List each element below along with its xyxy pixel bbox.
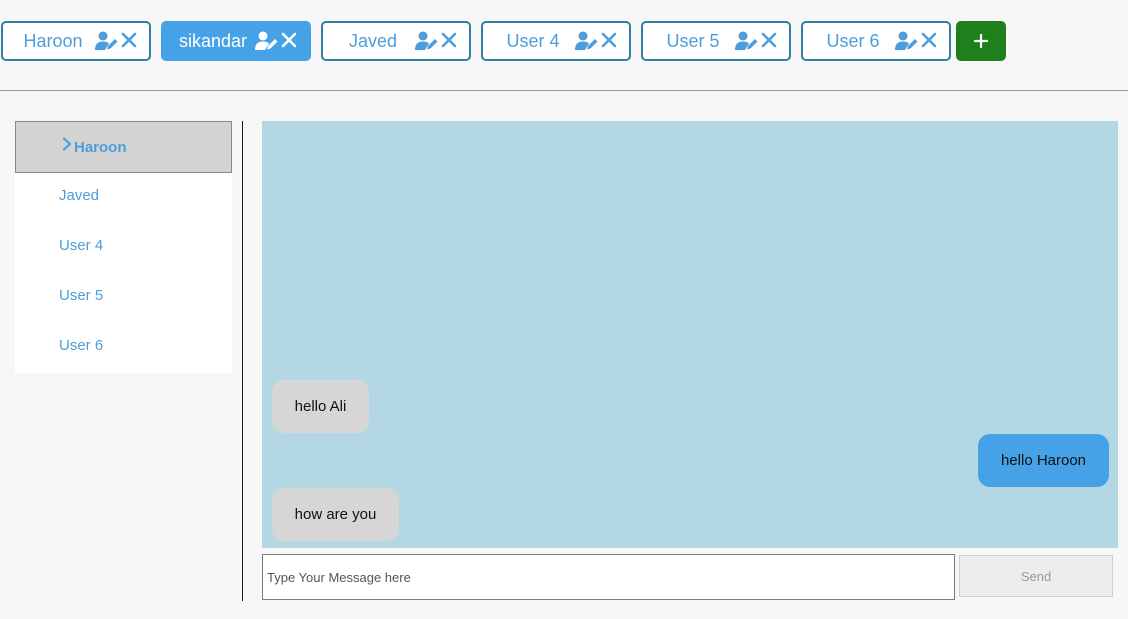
close-icon[interactable] — [921, 32, 937, 48]
user-edit-icon[interactable] — [95, 31, 119, 51]
user-tab-javed[interactable]: Javed — [321, 21, 471, 61]
message-bubble-received: hello Ali — [272, 380, 369, 433]
user-edit-icon[interactable] — [735, 31, 759, 51]
message-bubble-received: how are you — [272, 488, 399, 541]
add-user-button[interactable] — [956, 21, 1006, 61]
user-tab-label: User 4 — [506, 30, 560, 51]
contact-item-user-4[interactable]: User 4 — [15, 220, 232, 270]
user-edit-icon[interactable] — [255, 31, 279, 51]
user-tab-label: User 6 — [826, 30, 880, 51]
contact-item-haroon[interactable]: Haroon — [15, 121, 232, 173]
contact-label: User 6 — [59, 336, 104, 354]
user-tab-user-6[interactable]: User 6 — [801, 21, 951, 61]
close-icon[interactable] — [441, 32, 457, 48]
header-divider — [0, 90, 1128, 91]
close-icon[interactable] — [281, 32, 297, 48]
user-edit-icon[interactable] — [575, 31, 599, 51]
user-edit-icon[interactable] — [895, 31, 919, 51]
user-tab-user-5[interactable]: User 5 — [641, 21, 791, 61]
user-tab-label: Javed — [348, 30, 398, 51]
chat-messages[interactable]: hello Ali hello Haroon how are you — [262, 121, 1118, 548]
contact-label: User 5 — [59, 286, 104, 304]
contact-label: Javed — [59, 186, 100, 204]
plus-icon — [973, 33, 989, 49]
contact-item-user-5[interactable]: User 5 — [15, 270, 232, 320]
user-tab-label: sikandar — [178, 30, 248, 51]
user-tab-label: User 5 — [666, 30, 720, 51]
contact-label: User 4 — [59, 236, 104, 254]
message-text: how are you — [294, 506, 377, 523]
contact-item-javed[interactable]: Javed — [15, 170, 232, 220]
user-tab-bar: Haroon sikandar Javed User 4 User 5 User… — [0, 0, 1128, 90]
user-tab-label: Haroon — [23, 30, 83, 51]
message-text: hello Haroon — [1000, 452, 1087, 469]
close-icon[interactable] — [601, 32, 617, 48]
contact-label: Haroon — [74, 138, 127, 156]
user-tab-haroon[interactable]: Haroon — [1, 21, 151, 61]
send-button-label: Send — [1020, 568, 1052, 584]
chevron-right-icon — [62, 137, 72, 151]
panel-divider — [242, 121, 243, 601]
user-tab-sikandar[interactable]: sikandar — [161, 21, 311, 61]
user-tab-user-4[interactable]: User 4 — [481, 21, 631, 61]
message-input[interactable] — [262, 554, 955, 600]
send-button[interactable]: Send — [959, 555, 1113, 597]
message-text: hello Ali — [294, 398, 347, 415]
close-icon[interactable] — [121, 32, 137, 48]
close-icon[interactable] — [761, 32, 777, 48]
contact-list: Haroon Javed User 4 User 5 User 6 — [15, 121, 232, 373]
message-bubble-sent: hello Haroon — [978, 434, 1109, 487]
contact-item-user-6[interactable]: User 6 — [15, 320, 232, 370]
user-edit-icon[interactable] — [415, 31, 439, 51]
